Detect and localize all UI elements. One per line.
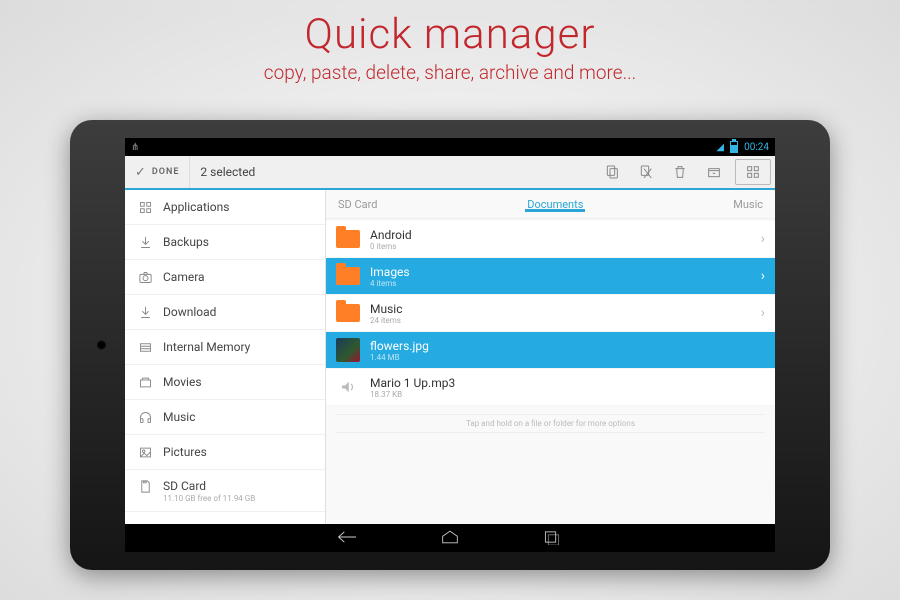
item-name: Mario 1 Up.mp3 bbox=[370, 376, 765, 390]
status-bar: ⋔ ◢ 00:24 bbox=[125, 138, 775, 156]
copy-button[interactable] bbox=[595, 156, 629, 188]
home-button[interactable] bbox=[439, 529, 461, 549]
headphones-icon bbox=[137, 409, 153, 425]
sidebar-item-music[interactable]: Music bbox=[125, 400, 325, 435]
promo-subtitle: copy, paste, delete, share, archive and … bbox=[0, 61, 900, 84]
screen: ⋔ ◢ 00:24 ✓ DONE 2 selected bbox=[125, 138, 775, 552]
sidebar-item-internal-memory[interactable]: Internal Memory bbox=[125, 330, 325, 365]
check-icon: ✓ bbox=[135, 165, 146, 180]
tablet-camera bbox=[97, 341, 106, 350]
sidebar-item-label: Camera bbox=[163, 270, 205, 284]
list-item[interactable]: Music 24 items › bbox=[326, 295, 775, 332]
sidebar-item-camera[interactable]: Camera bbox=[125, 260, 325, 295]
status-time: 00:24 bbox=[744, 142, 769, 153]
list-item[interactable]: flowers.jpg 1.44 MB bbox=[326, 332, 775, 369]
download-icon bbox=[137, 304, 153, 320]
storage-subtext: 11.10 GB free of 11.94 GB bbox=[163, 494, 313, 503]
cut-button[interactable] bbox=[629, 156, 663, 188]
signal-icon: ◢ bbox=[716, 142, 724, 153]
item-sub: 4 items bbox=[370, 279, 751, 288]
item-sub: 24 items bbox=[370, 316, 751, 325]
image-thumbnail bbox=[336, 338, 360, 362]
list-item[interactable]: Mario 1 Up.mp3 18.37 KB bbox=[326, 369, 775, 406]
sdcard-icon bbox=[137, 478, 153, 494]
item-sub: 1.44 MB bbox=[370, 353, 765, 362]
chevron-right-icon: › bbox=[761, 268, 765, 284]
sidebar: Applications Backups Camera Download Int… bbox=[125, 190, 326, 524]
chevron-right-icon: › bbox=[761, 231, 765, 247]
sidebar-item-label: Music bbox=[163, 410, 195, 424]
hint-text: Tap and hold on a file or folder for mor… bbox=[336, 414, 765, 433]
sidebar-item-download[interactable]: Download bbox=[125, 295, 325, 330]
sidebar-item-sdcard[interactable]: SD Card 11.10 GB free of 11.94 GB bbox=[125, 470, 325, 512]
item-sub: 18.37 KB bbox=[370, 390, 765, 399]
sidebar-item-pictures[interactable]: Pictures bbox=[125, 435, 325, 470]
back-button[interactable] bbox=[337, 529, 359, 549]
breadcrumb-tabs: SD Card Documents Music bbox=[326, 190, 775, 219]
sidebar-item-applications[interactable]: Applications bbox=[125, 190, 325, 225]
movies-icon bbox=[137, 374, 153, 390]
sidebar-item-label: Movies bbox=[163, 375, 202, 389]
tab-music[interactable]: Music bbox=[725, 198, 771, 211]
view-toggle-button[interactable] bbox=[735, 159, 771, 185]
battery-icon bbox=[730, 141, 738, 153]
item-name: Images bbox=[370, 265, 751, 279]
folder-icon bbox=[336, 264, 360, 288]
done-label: DONE bbox=[152, 167, 180, 177]
sidebar-item-label: Internal Memory bbox=[163, 340, 250, 354]
audio-icon bbox=[336, 375, 360, 399]
download-icon bbox=[137, 234, 153, 250]
system-nav-bar bbox=[125, 524, 775, 552]
selection-count: 2 selected bbox=[200, 165, 255, 179]
sidebar-item-label: SD Card bbox=[163, 479, 206, 493]
item-name: Music bbox=[370, 302, 751, 316]
file-list: Android 0 items › Images 4 items › bbox=[326, 219, 775, 524]
apps-icon bbox=[137, 199, 153, 215]
tablet-frame: ⋔ ◢ 00:24 ✓ DONE 2 selected bbox=[70, 120, 830, 570]
sidebar-item-label: Backups bbox=[163, 235, 209, 249]
item-name: Android bbox=[370, 228, 751, 242]
pictures-icon bbox=[137, 444, 153, 460]
tab-sdcard[interactable]: SD Card bbox=[330, 198, 385, 211]
archive-button[interactable] bbox=[697, 156, 731, 188]
done-button[interactable]: ✓ DONE bbox=[125, 156, 190, 188]
delete-button[interactable] bbox=[663, 156, 697, 188]
tab-documents[interactable]: Documents bbox=[385, 198, 725, 211]
list-item[interactable]: Android 0 items › bbox=[326, 221, 775, 258]
sidebar-item-movies[interactable]: Movies bbox=[125, 365, 325, 400]
sidebar-item-backups[interactable]: Backups bbox=[125, 225, 325, 260]
folder-icon bbox=[336, 227, 360, 251]
chevron-right-icon: › bbox=[761, 305, 765, 321]
sidebar-item-label: Applications bbox=[163, 200, 229, 214]
list-item[interactable]: Images 4 items › bbox=[326, 258, 775, 295]
camera-icon bbox=[137, 269, 153, 285]
content-pane: SD Card Documents Music Android 0 items … bbox=[326, 190, 775, 524]
debug-icon: ⋔ bbox=[131, 142, 139, 153]
promo-title: Quick manager bbox=[0, 10, 900, 59]
item-sub: 0 items bbox=[370, 242, 751, 251]
folder-icon bbox=[336, 301, 360, 325]
memory-icon bbox=[137, 339, 153, 355]
action-toolbar: ✓ DONE 2 selected bbox=[125, 156, 775, 190]
sidebar-item-label: Pictures bbox=[163, 445, 207, 459]
recent-apps-button[interactable] bbox=[541, 529, 563, 549]
sidebar-item-label: Download bbox=[163, 305, 216, 319]
item-name: flowers.jpg bbox=[370, 339, 765, 353]
